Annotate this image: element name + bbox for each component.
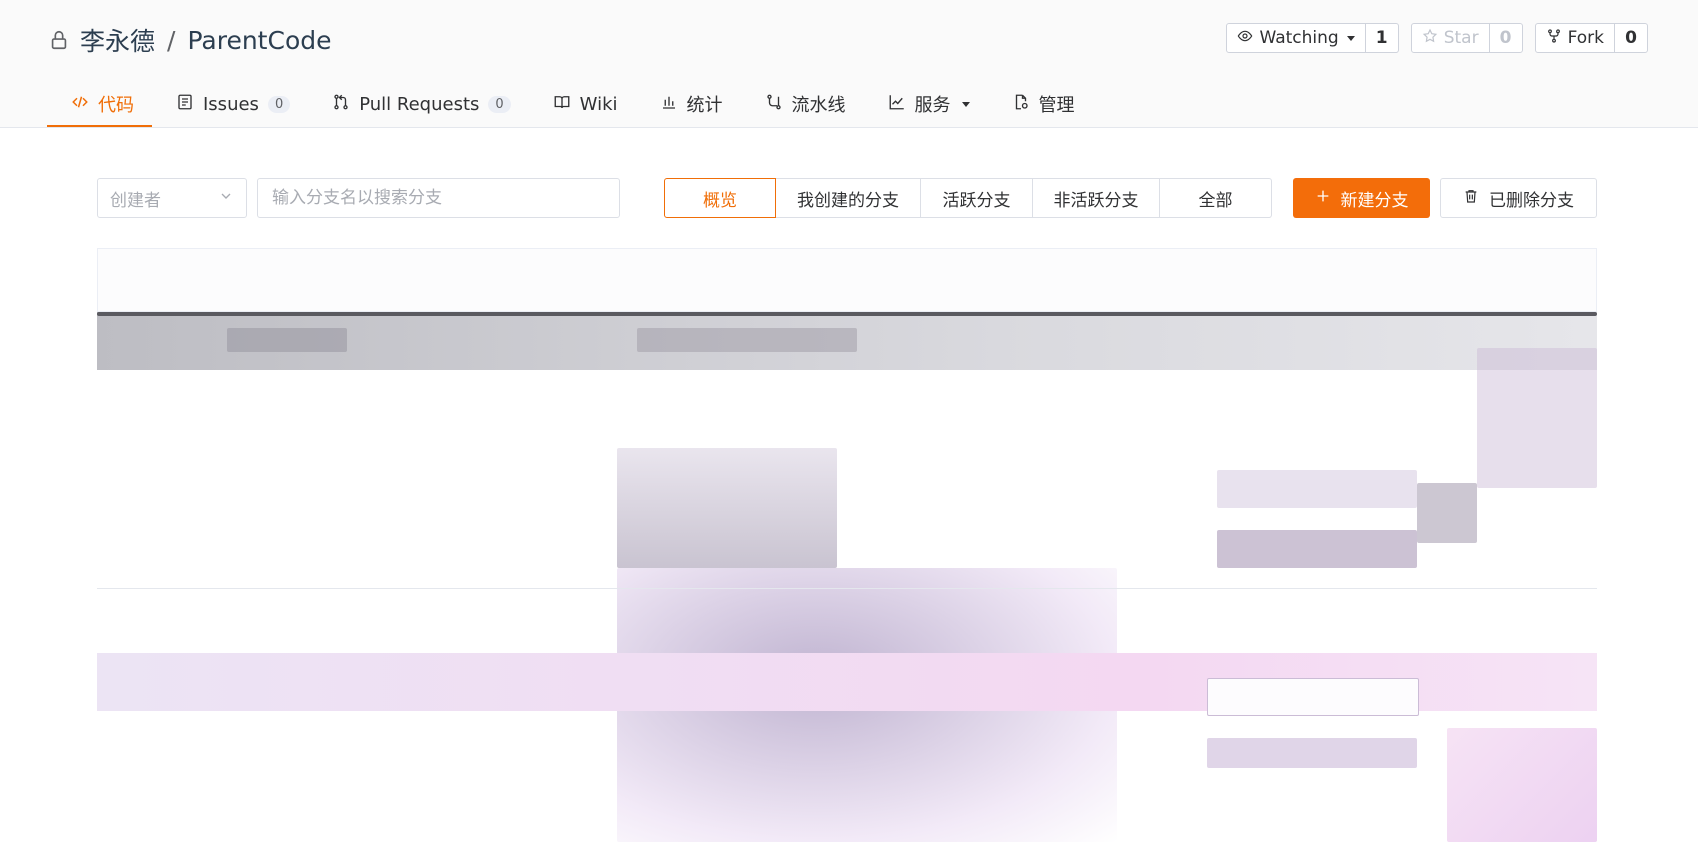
filter-active-branches[interactable]: 活跃分支 [920, 178, 1033, 218]
bar-chart-icon [660, 93, 678, 116]
blurred-badge [1207, 738, 1417, 768]
star-label: Star [1443, 28, 1479, 48]
creator-select[interactable]: 创建者 [97, 178, 247, 218]
watch-count[interactable]: 1 [1364, 24, 1398, 52]
blurred-block [1477, 348, 1597, 488]
settings-doc-icon [1012, 93, 1030, 116]
tab-wiki[interactable]: Wiki [529, 81, 636, 127]
tab-issues[interactable]: Issues 0 [152, 81, 308, 127]
issues-count-badge: 0 [267, 95, 291, 113]
tab-issues-label: Issues [203, 93, 259, 115]
tab-pipeline-label: 流水线 [791, 95, 846, 116]
book-icon [553, 93, 571, 116]
tab-pull-requests-label: Pull Requests [359, 93, 480, 115]
watch-button-main[interactable]: Watching [1227, 24, 1364, 52]
blurred-block [1447, 728, 1597, 842]
repo-tabs: 代码 Issues 0 Pull Requests 0 Wiki 统计 流水线 … [47, 81, 1093, 127]
filter-inactive-branches[interactable]: 非活跃分支 [1032, 178, 1160, 218]
fork-label: Fork [1567, 28, 1604, 48]
fork-button[interactable]: Fork 0 [1534, 23, 1648, 53]
repo-name-link[interactable]: ParentCode [187, 26, 331, 55]
blurred-badge [1207, 678, 1419, 716]
blurred-text [227, 328, 347, 352]
chevron-down-icon [1346, 35, 1355, 41]
fork-button-main[interactable]: Fork [1536, 24, 1614, 52]
fork-icon [1546, 28, 1562, 49]
star-button[interactable]: Star 0 [1410, 23, 1523, 53]
repo-actions: Watching 1 Star 0 Fork 0 [1226, 23, 1648, 53]
blurred-block [617, 448, 837, 568]
tab-settings[interactable]: 管理 [988, 81, 1093, 127]
issues-icon [176, 93, 194, 116]
repo-path-separator: / [167, 25, 176, 55]
line-chart-icon [888, 93, 906, 116]
repo-owner-link[interactable]: 李永德 [80, 22, 155, 58]
branch-panel-header [97, 248, 1597, 312]
blurred-badge [1217, 530, 1417, 568]
trash-icon [1463, 188, 1479, 209]
eye-icon [1237, 28, 1253, 49]
branch-search-input[interactable] [257, 178, 620, 218]
star-count[interactable]: 0 [1488, 24, 1522, 52]
creator-select-placeholder: 创建者 [110, 190, 161, 211]
pull-requests-count-badge: 0 [488, 95, 511, 113]
tab-pull-requests[interactable]: Pull Requests 0 [308, 81, 528, 127]
repo-title: 李永德 / ParentCode [48, 22, 331, 58]
tab-code-label: 代码 [98, 95, 134, 116]
blurred-badge [1217, 470, 1417, 508]
filter-all-branches[interactable]: 全部 [1159, 178, 1272, 218]
branch-toolbar: 创建者 概览 我创建的分支 活跃分支 非活跃分支 全部 新建分支 已删除分支 [97, 178, 1597, 218]
blurred-block [1417, 483, 1477, 543]
repo-header: 李永德 / ParentCode Watching 1 Star 0 Fork [0, 0, 1698, 128]
pull-request-icon [332, 93, 350, 116]
tab-services-label: 服务 [914, 95, 951, 116]
deleted-branches-label: 已删除分支 [1489, 190, 1574, 211]
tab-statistics-label: 统计 [686, 95, 723, 116]
lock-icon [48, 29, 70, 51]
pipeline-icon [765, 93, 783, 116]
tab-wiki-label: Wiki [579, 93, 618, 115]
star-icon [1422, 28, 1438, 49]
blurred-text [637, 328, 857, 352]
code-icon [71, 93, 89, 116]
fork-count[interactable]: 0 [1614, 24, 1647, 52]
branch-filter-group: 概览 我创建的分支 活跃分支 非活跃分支 全部 [664, 178, 1272, 218]
tab-pipeline[interactable]: 流水线 [741, 81, 864, 127]
watch-label: Watching [1259, 28, 1339, 48]
chevron-down-icon [218, 188, 234, 209]
star-button-main[interactable]: Star [1412, 24, 1489, 52]
new-branch-label: 新建分支 [1340, 190, 1409, 211]
deleted-branches-button[interactable]: 已删除分支 [1440, 178, 1597, 218]
tab-services[interactable]: 服务 [864, 81, 988, 127]
watch-button[interactable]: Watching 1 [1226, 23, 1399, 53]
filter-my-branches[interactable]: 我创建的分支 [775, 178, 921, 218]
chevron-down-icon [961, 101, 970, 107]
tab-statistics[interactable]: 统计 [636, 81, 741, 127]
divider [97, 588, 1597, 589]
tab-settings-label: 管理 [1038, 95, 1075, 116]
tab-code[interactable]: 代码 [47, 81, 152, 127]
branch-list-obscured [97, 248, 1597, 842]
divider [97, 312, 1597, 316]
plus-icon [1315, 188, 1331, 209]
filter-overview[interactable]: 概览 [664, 178, 776, 218]
new-branch-button[interactable]: 新建分支 [1293, 178, 1430, 218]
